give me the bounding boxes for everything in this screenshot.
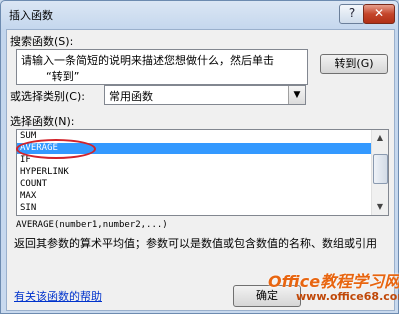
scroll-down-icon[interactable]: ▼ <box>372 199 388 215</box>
category-label: 或选择类别(C): <box>10 90 85 103</box>
function-list-label: 选择函数(N): <box>10 115 75 128</box>
title-bar: 插入函数 ? ✕ <box>1 1 398 29</box>
function-description: 返回其参数的算术平均值；参数可以是数值或包含数值的名称、数组或引用 <box>14 237 377 250</box>
search-text-line2: “转到” <box>46 70 80 83</box>
list-item[interactable]: MAX <box>17 191 372 202</box>
vertical-scrollbar[interactable]: ▲ ▼ <box>371 130 388 215</box>
close-icon: ✕ <box>373 6 385 20</box>
category-value: 常用函数 <box>109 90 153 103</box>
watermark-logo: Office教程学习网 <box>268 272 399 291</box>
scroll-up-icon[interactable]: ▲ <box>372 130 388 146</box>
search-label: 搜索函数(S): <box>10 35 74 48</box>
function-syntax: AVERAGE(number1,number2,...) <box>16 220 168 230</box>
list-item[interactable]: COUNT <box>17 179 372 190</box>
dropdown-arrow-icon[interactable]: ▼ <box>288 86 305 104</box>
list-item[interactable]: SIN <box>17 203 372 214</box>
go-button[interactable]: 转到(G) <box>320 54 388 74</box>
search-input[interactable]: 请输入一条简短的说明来描述您想做什么，然后单击 “转到” <box>16 49 308 85</box>
help-button[interactable]: ? <box>339 4 365 24</box>
highlight-ring <box>16 139 96 159</box>
category-select[interactable]: 常用函数 ▼ <box>104 85 306 105</box>
watermark-url: www.office68.com <box>296 290 399 303</box>
insert-function-dialog: 插入函数 ? ✕ 搜索函数(S): 请输入一条简短的说明来描述您想做什么，然后单… <box>0 0 399 314</box>
search-text-line1: 请输入一条简短的说明来描述您想做什么，然后单击 <box>21 54 274 67</box>
dialog-title: 插入函数 <box>9 9 53 22</box>
close-button[interactable]: ✕ <box>363 4 395 24</box>
question-icon: ? <box>348 6 356 20</box>
help-link[interactable]: 有关该函数的帮助 <box>14 288 102 304</box>
scroll-thumb[interactable] <box>373 154 388 184</box>
list-item[interactable]: HYPERLINK <box>17 167 372 178</box>
